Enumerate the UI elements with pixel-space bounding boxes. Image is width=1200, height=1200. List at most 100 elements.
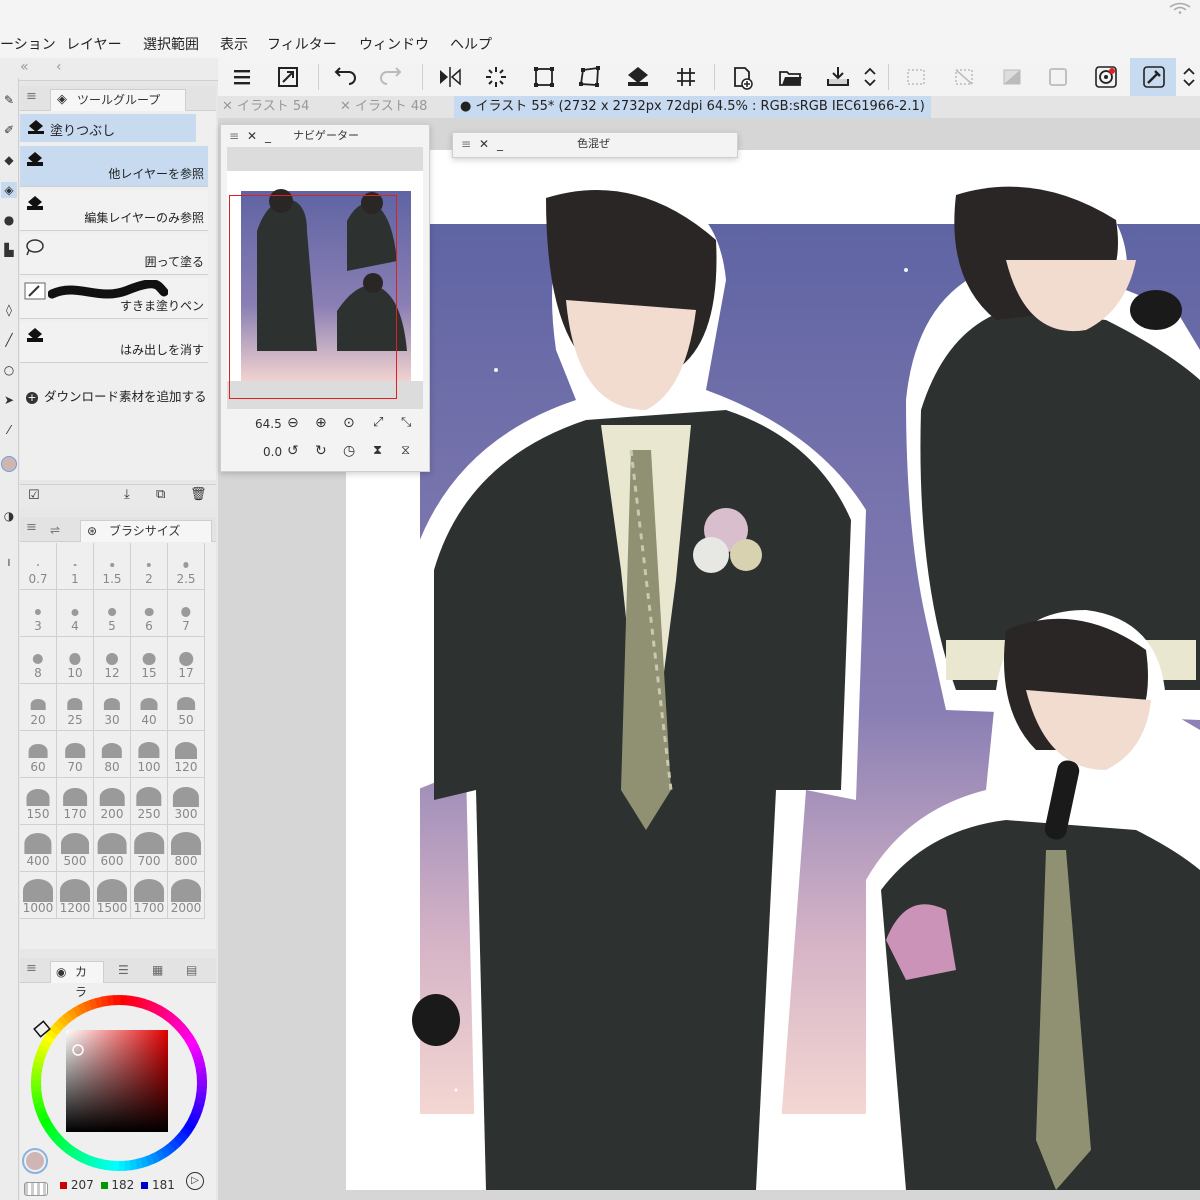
brush-size-cell[interactable]: 600 bbox=[94, 825, 131, 872]
tool-property-tab-icon[interactable]: ⇌ bbox=[50, 523, 60, 537]
eraser-tool-icon[interactable]: ◆ bbox=[1, 152, 17, 168]
brush-size-cell[interactable]: 2 bbox=[131, 543, 168, 590]
brush-size-cell[interactable]: 7 bbox=[168, 590, 205, 637]
zoom-in-icon[interactable]: ⊕ bbox=[315, 415, 327, 431]
minimize-icon[interactable]: _ bbox=[265, 125, 271, 147]
brush-size-cell[interactable]: 200 bbox=[94, 778, 131, 825]
menu-help[interactable]: ヘルプ bbox=[450, 34, 492, 54]
transform-icon[interactable] bbox=[530, 64, 558, 90]
rotate-left-icon[interactable]: ↺ bbox=[287, 443, 299, 459]
panel-menu-icon[interactable]: ≡ bbox=[229, 125, 239, 147]
panel-menu-icon[interactable]: ≡ bbox=[26, 89, 37, 104]
brush-size-cell[interactable]: 60 bbox=[20, 731, 57, 778]
menu-layer[interactable]: レイヤー bbox=[66, 34, 122, 54]
fill-tool-icon[interactable]: ◈ bbox=[1, 182, 17, 198]
pen-tool-icon[interactable]: ✎ bbox=[1, 92, 17, 108]
brush-size-cell[interactable]: 800 bbox=[168, 825, 205, 872]
ellipse-tool-icon[interactable]: ○ bbox=[1, 362, 17, 378]
eyedropper-tool-icon[interactable]: ⁄ bbox=[1, 422, 17, 438]
close-icon[interactable]: ✕ bbox=[222, 99, 237, 114]
selection-icon[interactable] bbox=[902, 64, 930, 90]
brush-size-cell[interactable]: 30 bbox=[94, 684, 131, 731]
resize-icon[interactable] bbox=[274, 64, 302, 90]
brush-size-cell[interactable]: 1000 bbox=[20, 872, 57, 919]
expand-tool-icon[interactable]: ╵ bbox=[1, 558, 17, 574]
canvas-paper[interactable] bbox=[346, 150, 1200, 1190]
brush-size-cell[interactable]: 250 bbox=[131, 778, 168, 825]
doc-tab-active[interactable]: ● イラスト 55* (2732 x 2732px 72dpi 64.5% : … bbox=[454, 96, 931, 118]
grid-icon[interactable] bbox=[672, 64, 700, 90]
brush-size-cell[interactable]: 8 bbox=[20, 637, 57, 684]
zoom-reset-icon[interactable]: ⊙ bbox=[343, 415, 355, 431]
menu-icon[interactable] bbox=[228, 64, 256, 90]
sub-tool-refer-other-layers[interactable]: 他レイヤーを参照 bbox=[20, 146, 208, 187]
color-mix-titlebar[interactable]: ≡ ✕ _ 色混ぜ bbox=[453, 133, 737, 155]
frame-icon[interactable] bbox=[1044, 64, 1072, 90]
rotate-reset-icon[interactable]: ◷ bbox=[343, 443, 355, 459]
brush-size-cell[interactable]: 10 bbox=[57, 637, 94, 684]
brush-size-cell[interactable]: 40 bbox=[131, 684, 168, 731]
sub-tool-refer-editing-layer[interactable]: 編集レイヤーのみ参照 bbox=[20, 190, 208, 231]
ring-icon[interactable] bbox=[1092, 64, 1120, 90]
close-icon[interactable]: ✕ bbox=[340, 99, 355, 114]
new-canvas-icon[interactable] bbox=[728, 64, 756, 90]
color-set-tab-icon[interactable]: ▦ bbox=[152, 963, 163, 977]
brush-size-cell[interactable]: 300 bbox=[168, 778, 205, 825]
gradient-icon[interactable] bbox=[998, 64, 1026, 90]
rotate-right-icon[interactable]: ↻ bbox=[315, 443, 327, 459]
export-icon[interactable] bbox=[824, 64, 852, 90]
navigator-titlebar[interactable]: ≡ ✕ _ ナビゲーター bbox=[221, 125, 429, 147]
trash-icon[interactable]: 🗑 bbox=[190, 487, 207, 502]
close-icon[interactable]: ✕ bbox=[247, 125, 257, 147]
color-slider-tab-icon[interactable]: ☰ bbox=[118, 963, 129, 977]
line-tool-icon[interactable]: ╱ bbox=[1, 332, 17, 348]
fill-icon[interactable] bbox=[624, 64, 652, 90]
brush-size-cell[interactable]: 12 bbox=[94, 637, 131, 684]
flip-horizontal-icon[interactable]: ⧗ bbox=[373, 443, 382, 458]
brush-size-cell[interactable]: 6 bbox=[131, 590, 168, 637]
fit-screen-icon[interactable]: ⤢ bbox=[373, 415, 383, 430]
brush-size-cell[interactable]: 500 bbox=[57, 825, 94, 872]
sub-tool-enclose-fill[interactable]: 囲って塗る bbox=[20, 234, 208, 275]
flip-vertical-icon[interactable]: ⧖ bbox=[401, 443, 410, 458]
stamp-tool-icon[interactable]: ▙ bbox=[1, 242, 17, 258]
brush-size-cell[interactable]: 2.5 bbox=[168, 543, 205, 590]
clear-selection-icon[interactable] bbox=[950, 64, 978, 90]
brush-size-cell[interactable]: 15 bbox=[131, 637, 168, 684]
doc-tab[interactable]: ✕ イラスト 54 bbox=[222, 96, 309, 118]
tab-color-wheel[interactable]: ◉ カラ bbox=[50, 961, 104, 999]
sub-tool-erase-overflow[interactable]: はみ出しを消す bbox=[20, 322, 208, 363]
sub-tool-group-header[interactable]: 塗りつぶし bbox=[20, 114, 196, 142]
move-tool-icon[interactable]: ➤ bbox=[1, 392, 17, 408]
panel-menu-icon[interactable]: ≡ bbox=[26, 961, 37, 976]
menu-selection[interactable]: 選択範囲 bbox=[143, 34, 199, 54]
brush-size-cell[interactable]: 70 bbox=[57, 731, 94, 778]
fit-window-icon[interactable]: ⤡ bbox=[401, 415, 411, 430]
brush-size-cell[interactable]: 700 bbox=[131, 825, 168, 872]
open-folder-icon[interactable] bbox=[776, 64, 804, 90]
hue-ring[interactable] bbox=[22, 986, 216, 1180]
brush-size-cell[interactable]: 1700 bbox=[131, 872, 168, 919]
brush-size-cell[interactable]: 0.7 bbox=[20, 543, 57, 590]
brush-size-cell[interactable]: 25 bbox=[57, 684, 94, 731]
navigator-preview[interactable] bbox=[227, 147, 423, 409]
color-history-tab-icon[interactable]: ▤ bbox=[186, 963, 197, 977]
flip-horizontal-icon[interactable] bbox=[436, 64, 464, 90]
current-color-swatch[interactable] bbox=[22, 1148, 48, 1174]
loading-icon[interactable] bbox=[482, 64, 510, 90]
tab-brush-size[interactable]: ⊛ ブラシサイズ bbox=[80, 520, 212, 542]
sub-tool-gap-fill-pen[interactable]: すきま塗りペン bbox=[20, 278, 208, 319]
menu-view[interactable]: 表示 bbox=[220, 34, 248, 54]
panel-menu-icon[interactable]: ≡ bbox=[461, 133, 471, 155]
menu-animation[interactable]: ーション bbox=[0, 34, 56, 54]
close-icon[interactable]: ✕ bbox=[479, 133, 489, 155]
navigator-viewport-box[interactable] bbox=[229, 195, 397, 399]
brush-size-cell[interactable]: 1200 bbox=[57, 872, 94, 919]
menu-window[interactable]: ウィンドウ bbox=[359, 34, 429, 54]
brush-size-cell[interactable]: 20 bbox=[20, 684, 57, 731]
menu-filter[interactable]: フィルター bbox=[267, 34, 337, 54]
redo-icon[interactable] bbox=[378, 64, 406, 90]
brush-size-cell[interactable]: 2000 bbox=[168, 872, 205, 919]
brush-size-cell[interactable]: 1.5 bbox=[94, 543, 131, 590]
chevron-updown-icon-2[interactable] bbox=[1180, 64, 1198, 90]
